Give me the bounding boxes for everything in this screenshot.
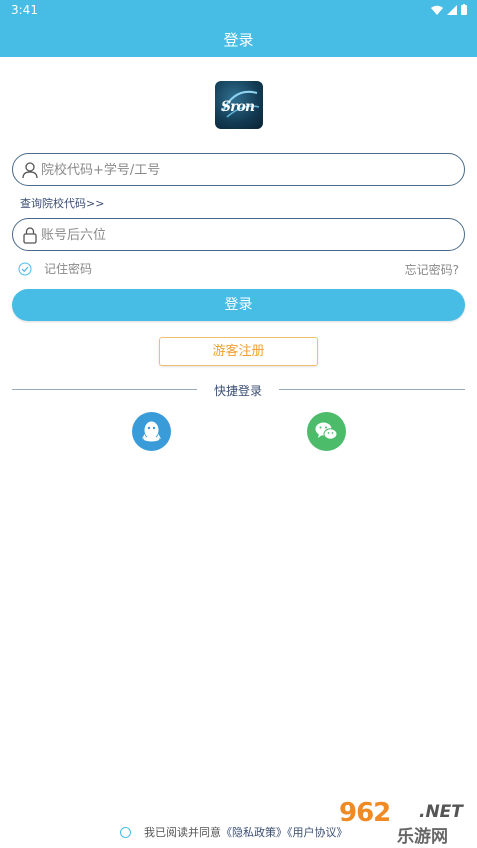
- guest-register-button[interactable]: 游客注册: [159, 337, 318, 366]
- divider-right: [279, 389, 465, 390]
- agreement-text: 我已阅读并同意《隐私政策》《用户协议》: [144, 824, 348, 840]
- login-button[interactable]: 登录: [12, 289, 465, 321]
- battery-icon: [461, 4, 467, 15]
- user-icon: [22, 162, 38, 179]
- remember-password[interactable]: 记住密码: [18, 260, 92, 277]
- page-title: 登录: [223, 31, 254, 49]
- watermark-suffix: .NET: [419, 802, 463, 822]
- agreement-prefix: 我已阅读并同意: [144, 826, 221, 839]
- forgot-password-link[interactable]: 忘记密码?: [405, 261, 459, 278]
- qq-icon: [142, 421, 161, 442]
- wechat-login-button[interactable]: [307, 412, 346, 451]
- signal-icon: [447, 4, 457, 15]
- lock-icon: [23, 227, 37, 244]
- wechat-icon: [315, 422, 338, 440]
- password-field[interactable]: [12, 218, 465, 251]
- status-icons: [431, 4, 467, 15]
- watermark-site: 乐游网: [397, 827, 448, 847]
- logo-text: Sron: [221, 99, 255, 115]
- watermark: 962 .NET 乐游网: [335, 798, 475, 847]
- password-input[interactable]: [41, 223, 451, 247]
- query-school-code-link[interactable]: 查询院校代码>>: [20, 195, 104, 211]
- status-bar: 3:41: [0, 0, 477, 20]
- wifi-icon: [431, 5, 443, 15]
- remember-password-label: 记住密码: [44, 262, 93, 276]
- account-input[interactable]: [41, 158, 451, 182]
- qq-login-button[interactable]: [132, 412, 171, 451]
- app-logo: Sron: [215, 81, 263, 129]
- quick-login-label: 快捷登录: [213, 384, 262, 398]
- privacy-policy-link[interactable]: 《隐私政策》: [221, 826, 287, 839]
- app-header: 3:41 登录: [0, 0, 477, 57]
- divider-left: [12, 389, 197, 390]
- status-time: 3:41: [11, 3, 38, 17]
- agreement-row: 我已阅读并同意《隐私政策》《用户协议》: [120, 824, 348, 840]
- agreement-radio[interactable]: [120, 826, 131, 838]
- account-field[interactable]: [12, 153, 465, 186]
- check-circle-icon[interactable]: [18, 262, 32, 276]
- watermark-number: 962: [339, 798, 391, 828]
